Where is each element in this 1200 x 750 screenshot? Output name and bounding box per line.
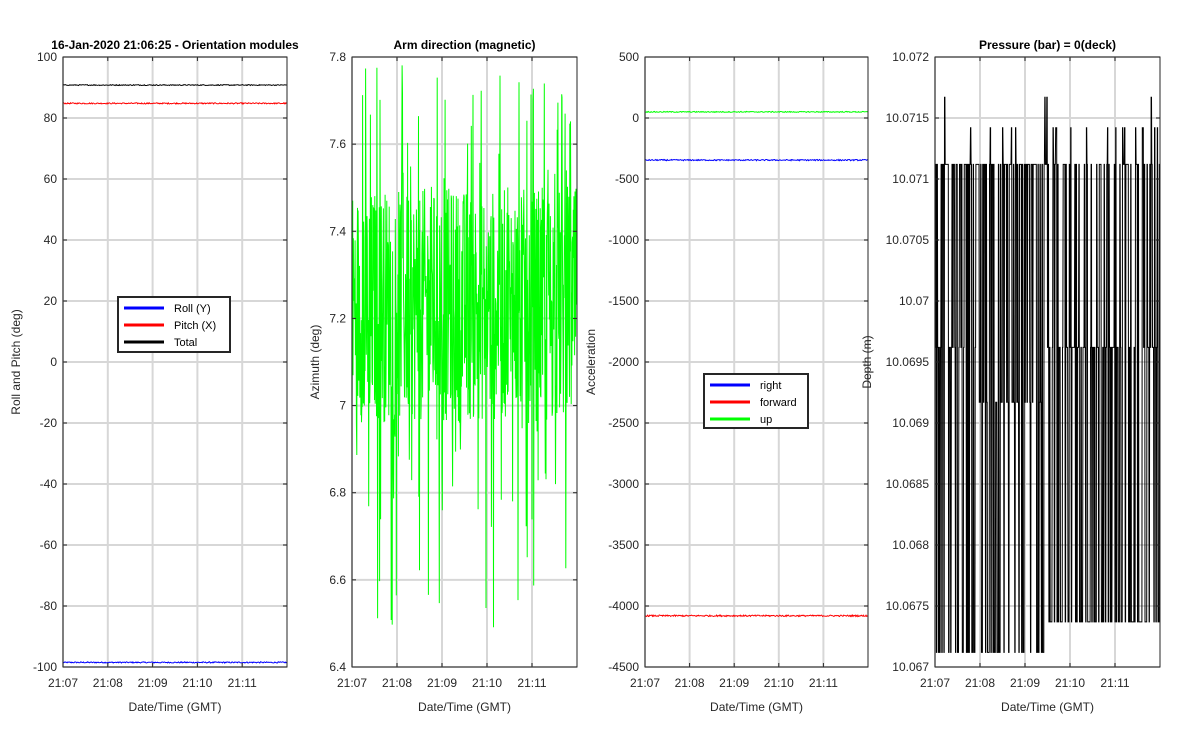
x-tick-label: 21:08 xyxy=(675,676,705,690)
y-tick-label: -80 xyxy=(40,599,58,613)
y-tick-label: 10.067 xyxy=(892,660,929,674)
x-tick-label: 21:09 xyxy=(427,676,457,690)
x-tick-label: 21:11 xyxy=(1100,676,1129,690)
panel-acceleration-y-axis-label: Acceleration xyxy=(584,329,598,395)
y-tick-label: -4000 xyxy=(608,599,639,613)
legend-label: Total xyxy=(174,337,197,349)
panel-pressure-title: Pressure (bar) = 0(deck) xyxy=(979,38,1116,52)
y-tick-label: 7.2 xyxy=(329,311,346,325)
y-tick-label: 7.4 xyxy=(329,224,346,238)
series-line-total xyxy=(62,83,288,87)
x-tick-label: 21:11 xyxy=(228,676,257,690)
y-tick-label: 500 xyxy=(619,50,639,64)
panel-arm-direction-x-axis-label: Date/Time (GMT) xyxy=(418,700,511,714)
legend-label: forward xyxy=(760,397,797,409)
legend-label: Pitch (X) xyxy=(174,320,216,332)
y-tick-label: 10.0695 xyxy=(886,355,930,369)
x-tick-label: 21:08 xyxy=(382,676,412,690)
y-tick-label: 40 xyxy=(44,233,58,247)
y-tick-label: 10.0705 xyxy=(886,233,930,247)
legend-label: right xyxy=(760,380,781,392)
y-tick-label: 7 xyxy=(339,399,346,413)
y-tick-label: -4500 xyxy=(608,660,639,674)
x-tick-label: 21:07 xyxy=(337,676,367,690)
y-tick-label: -2500 xyxy=(608,416,639,430)
y-tick-label: -3500 xyxy=(608,538,639,552)
y-tick-label: 0 xyxy=(632,111,639,125)
x-tick-label: 21:09 xyxy=(1010,676,1040,690)
y-tick-label: 0 xyxy=(50,355,57,369)
y-tick-label: -2000 xyxy=(608,355,639,369)
y-tick-label: 10.0715 xyxy=(886,111,930,125)
y-tick-label: -500 xyxy=(615,172,639,186)
x-tick-label: 21:11 xyxy=(809,676,838,690)
x-tick-label: 21:07 xyxy=(630,676,660,690)
panel-pressure-x-axis-label: Date/Time (GMT) xyxy=(1001,700,1094,714)
x-tick-label: 21:10 xyxy=(472,676,502,690)
y-tick-label: 80 xyxy=(44,111,58,125)
panel-orientation-legend: Roll (Y) Pitch (X) Total xyxy=(117,296,231,353)
y-tick-label: -3000 xyxy=(608,477,639,491)
y-tick-label: 60 xyxy=(44,172,58,186)
y-tick-label: -60 xyxy=(40,538,58,552)
y-tick-label: -1000 xyxy=(608,233,639,247)
panel-arm-direction-y-axis-label: Azimuth (deg) xyxy=(308,325,322,400)
y-tick-label: 6.6 xyxy=(329,573,346,587)
y-tick-label: 10.0685 xyxy=(886,477,930,491)
y-tick-label: -1500 xyxy=(608,294,639,308)
y-tick-label: 100 xyxy=(37,50,57,64)
y-tick-label: 6.8 xyxy=(329,486,346,500)
figure: 16-Jan-2020 21:06:25 - Orientation modul… xyxy=(0,0,1200,750)
y-tick-label: 10.072 xyxy=(892,50,929,64)
y-tick-label: 10.0675 xyxy=(886,599,930,613)
y-tick-label: 6.4 xyxy=(329,660,346,674)
y-tick-label: 7.8 xyxy=(329,50,346,64)
legend-label: up xyxy=(760,414,772,426)
x-tick-label: 21:10 xyxy=(1055,676,1085,690)
y-tick-label: 10.071 xyxy=(892,172,929,186)
y-tick-label: 20 xyxy=(44,294,58,308)
y-tick-label: 7.6 xyxy=(329,137,346,151)
x-tick-label: 21:10 xyxy=(182,676,212,690)
panel-acceleration-x-axis-label: Date/Time (GMT) xyxy=(710,700,803,714)
panel-orientation-x-axis-label: Date/Time (GMT) xyxy=(129,700,222,714)
x-tick-label: 21:09 xyxy=(138,676,168,690)
y-tick-label: 10.068 xyxy=(892,538,929,552)
y-tick-label: -100 xyxy=(33,660,57,674)
x-tick-label: 21:10 xyxy=(764,676,794,690)
x-tick-label: 21:07 xyxy=(48,676,78,690)
x-tick-label: 21:11 xyxy=(517,676,546,690)
panel-orientation-y-axis-label: Roll and Pitch (deg) xyxy=(9,309,23,414)
panel-arm-direction-title: Arm direction (magnetic) xyxy=(393,38,535,52)
x-tick-label: 21:08 xyxy=(965,676,995,690)
y-tick-label: 10.069 xyxy=(892,416,929,430)
panel-pressure-y-axis-label: Depth (m) xyxy=(860,335,874,388)
legend-label: Roll (Y) xyxy=(174,303,211,315)
y-tick-label: 10.07 xyxy=(899,294,929,308)
x-tick-label: 21:09 xyxy=(719,676,749,690)
x-tick-label: 21:08 xyxy=(93,676,123,690)
x-tick-label: 21:07 xyxy=(920,676,950,690)
y-tick-label: -40 xyxy=(40,477,58,491)
panel-orientation-title: 16-Jan-2020 21:06:25 - Orientation modul… xyxy=(51,38,299,52)
y-tick-label: -20 xyxy=(40,416,58,430)
panel-acceleration-legend: right forward up xyxy=(703,373,809,429)
